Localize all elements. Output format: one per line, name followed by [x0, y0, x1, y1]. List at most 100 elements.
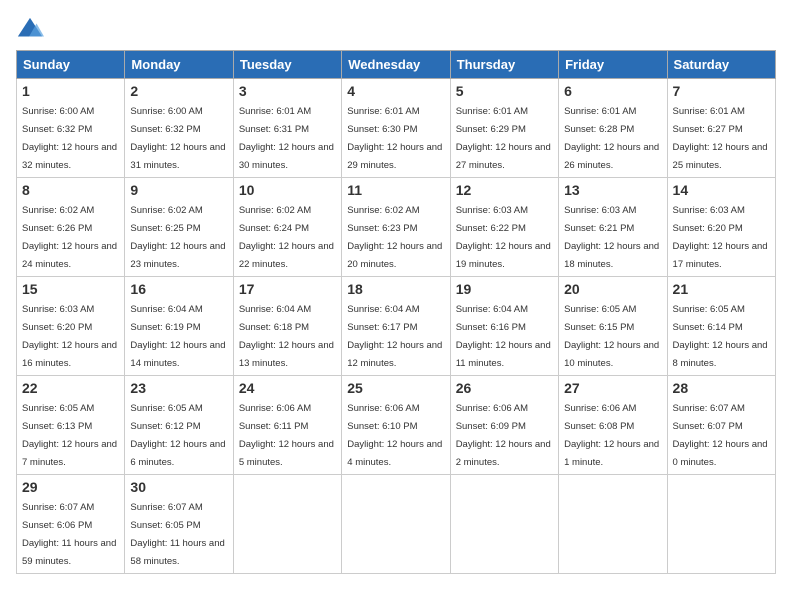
day-info: Sunrise: 6:02 AMSunset: 6:25 PMDaylight:… [130, 205, 225, 270]
day-info: Sunrise: 6:03 AMSunset: 6:22 PMDaylight:… [456, 205, 551, 270]
day-number: 12 [456, 182, 553, 198]
day-number: 29 [22, 479, 119, 495]
calendar-day-header: Wednesday [342, 51, 450, 79]
day-info: Sunrise: 6:07 AMSunset: 6:05 PMDaylight:… [130, 502, 224, 567]
day-info: Sunrise: 6:00 AMSunset: 6:32 PMDaylight:… [22, 106, 117, 171]
calendar-day-header: Friday [559, 51, 667, 79]
calendar-cell: 26Sunrise: 6:06 AMSunset: 6:09 PMDayligh… [450, 376, 558, 475]
day-number: 9 [130, 182, 227, 198]
day-info: Sunrise: 6:01 AMSunset: 6:31 PMDaylight:… [239, 106, 334, 171]
calendar-table: SundayMondayTuesdayWednesdayThursdayFrid… [16, 50, 776, 574]
day-info: Sunrise: 6:03 AMSunset: 6:20 PMDaylight:… [673, 205, 768, 270]
calendar-day-header: Sunday [17, 51, 125, 79]
day-number: 20 [564, 281, 661, 297]
day-number: 5 [456, 83, 553, 99]
calendar-cell: 25Sunrise: 6:06 AMSunset: 6:10 PMDayligh… [342, 376, 450, 475]
calendar-cell: 7 Sunrise: 6:01 AMSunset: 6:27 PMDaylight… [667, 79, 775, 178]
day-number: 19 [456, 281, 553, 297]
calendar-cell: 20 Sunrise: 6:05 AMSunset: 6:15 PMDayligh… [559, 277, 667, 376]
day-number: 25 [347, 380, 444, 396]
calendar-cell [667, 475, 775, 574]
day-info: Sunrise: 6:02 AMSunset: 6:24 PMDaylight:… [239, 205, 334, 270]
calendar-cell [233, 475, 341, 574]
calendar-week-row: 8 Sunrise: 6:02 AMSunset: 6:26 PMDaylight… [17, 178, 776, 277]
day-info: Sunrise: 6:07 AMSunset: 6:07 PMDaylight:… [673, 403, 768, 468]
calendar-week-row: 22 Sunrise: 6:05 AMSunset: 6:13 PMDayligh… [17, 376, 776, 475]
day-number: 10 [239, 182, 336, 198]
day-info: Sunrise: 6:05 AMSunset: 6:13 PMDaylight:… [22, 403, 117, 468]
calendar-cell: 1 Sunrise: 6:00 AMSunset: 6:32 PMDaylight… [17, 79, 125, 178]
calendar-cell: 16 Sunrise: 6:04 AMSunset: 6:19 PMDayligh… [125, 277, 233, 376]
calendar-cell: 17 Sunrise: 6:04 AMSunset: 6:18 PMDayligh… [233, 277, 341, 376]
day-number: 16 [130, 281, 227, 297]
calendar-cell: 12 Sunrise: 6:03 AMSunset: 6:22 PMDayligh… [450, 178, 558, 277]
calendar-header-row: SundayMondayTuesdayWednesdayThursdayFrid… [17, 51, 776, 79]
day-number: 18 [347, 281, 444, 297]
day-info: Sunrise: 6:00 AMSunset: 6:32 PMDaylight:… [130, 106, 225, 171]
day-info: Sunrise: 6:04 AMSunset: 6:19 PMDaylight:… [130, 304, 225, 369]
calendar-day-header: Tuesday [233, 51, 341, 79]
day-info: Sunrise: 6:06 AMSunset: 6:09 PMDaylight:… [456, 403, 551, 468]
day-number: 15 [22, 281, 119, 297]
day-number: 11 [347, 182, 444, 198]
day-number: 6 [564, 83, 661, 99]
calendar-week-row: 15 Sunrise: 6:03 AMSunset: 6:20 PMDayligh… [17, 277, 776, 376]
calendar-week-row: 1 Sunrise: 6:00 AMSunset: 6:32 PMDaylight… [17, 79, 776, 178]
day-number: 14 [673, 182, 770, 198]
calendar-cell: 2 Sunrise: 6:00 AMSunset: 6:32 PMDaylight… [125, 79, 233, 178]
day-number: 7 [673, 83, 770, 99]
day-info: Sunrise: 6:05 AMSunset: 6:12 PMDaylight:… [130, 403, 225, 468]
day-number: 17 [239, 281, 336, 297]
calendar-cell: 24 Sunrise: 6:06 AMSunset: 6:11 PMDayligh… [233, 376, 341, 475]
day-info: Sunrise: 6:03 AMSunset: 6:20 PMDaylight:… [22, 304, 117, 369]
page-header [16, 16, 776, 44]
day-info: Sunrise: 6:02 AMSunset: 6:23 PMDaylight:… [347, 205, 442, 270]
day-info: Sunrise: 6:02 AMSunset: 6:26 PMDaylight:… [22, 205, 117, 270]
calendar-day-header: Saturday [667, 51, 775, 79]
day-number: 22 [22, 380, 119, 396]
day-info: Sunrise: 6:03 AMSunset: 6:21 PMDaylight:… [564, 205, 659, 270]
calendar-cell: 13 Sunrise: 6:03 AMSunset: 6:21 PMDayligh… [559, 178, 667, 277]
day-number: 27 [564, 380, 661, 396]
calendar-cell [450, 475, 558, 574]
calendar-cell: 11 Sunrise: 6:02 AMSunset: 6:23 PMDayligh… [342, 178, 450, 277]
day-number: 2 [130, 83, 227, 99]
day-number: 28 [673, 380, 770, 396]
logo [16, 16, 48, 44]
calendar-day-header: Thursday [450, 51, 558, 79]
day-number: 3 [239, 83, 336, 99]
calendar-cell: 18Sunrise: 6:04 AMSunset: 6:17 PMDayligh… [342, 277, 450, 376]
calendar-cell: 28 Sunrise: 6:07 AMSunset: 6:07 PMDayligh… [667, 376, 775, 475]
day-number: 4 [347, 83, 444, 99]
calendar-cell: 5 Sunrise: 6:01 AMSunset: 6:29 PMDaylight… [450, 79, 558, 178]
calendar-cell: 14 Sunrise: 6:03 AMSunset: 6:20 PMDayligh… [667, 178, 775, 277]
day-info: Sunrise: 6:07 AMSunset: 6:06 PMDaylight:… [22, 502, 116, 567]
calendar-cell: 19 Sunrise: 6:04 AMSunset: 6:16 PMDayligh… [450, 277, 558, 376]
calendar-cell: 3 Sunrise: 6:01 AMSunset: 6:31 PMDaylight… [233, 79, 341, 178]
day-number: 21 [673, 281, 770, 297]
calendar-cell: 22 Sunrise: 6:05 AMSunset: 6:13 PMDayligh… [17, 376, 125, 475]
calendar-day-header: Monday [125, 51, 233, 79]
calendar-cell: 29 Sunrise: 6:07 AMSunset: 6:06 PMDayligh… [17, 475, 125, 574]
calendar-cell: 21Sunrise: 6:05 AMSunset: 6:14 PMDayligh… [667, 277, 775, 376]
day-info: Sunrise: 6:04 AMSunset: 6:16 PMDaylight:… [456, 304, 551, 369]
calendar-cell [559, 475, 667, 574]
day-info: Sunrise: 6:01 AMSunset: 6:30 PMDaylight:… [347, 106, 442, 171]
day-info: Sunrise: 6:01 AMSunset: 6:27 PMDaylight:… [673, 106, 768, 171]
calendar-cell: 15 Sunrise: 6:03 AMSunset: 6:20 PMDayligh… [17, 277, 125, 376]
day-number: 13 [564, 182, 661, 198]
calendar-cell: 8 Sunrise: 6:02 AMSunset: 6:26 PMDaylight… [17, 178, 125, 277]
calendar-cell: 23Sunrise: 6:05 AMSunset: 6:12 PMDayligh… [125, 376, 233, 475]
day-number: 30 [130, 479, 227, 495]
calendar-cell: 30 Sunrise: 6:07 AMSunset: 6:05 PMDayligh… [125, 475, 233, 574]
day-info: Sunrise: 6:04 AMSunset: 6:18 PMDaylight:… [239, 304, 334, 369]
day-number: 24 [239, 380, 336, 396]
logo-icon [16, 16, 44, 44]
day-info: Sunrise: 6:05 AMSunset: 6:15 PMDaylight:… [564, 304, 659, 369]
day-number: 8 [22, 182, 119, 198]
day-number: 1 [22, 83, 119, 99]
calendar-cell: 4 Sunrise: 6:01 AMSunset: 6:30 PMDaylight… [342, 79, 450, 178]
day-info: Sunrise: 6:01 AMSunset: 6:29 PMDaylight:… [456, 106, 551, 171]
calendar-cell: 27Sunrise: 6:06 AMSunset: 6:08 PMDayligh… [559, 376, 667, 475]
day-info: Sunrise: 6:06 AMSunset: 6:11 PMDaylight:… [239, 403, 334, 468]
